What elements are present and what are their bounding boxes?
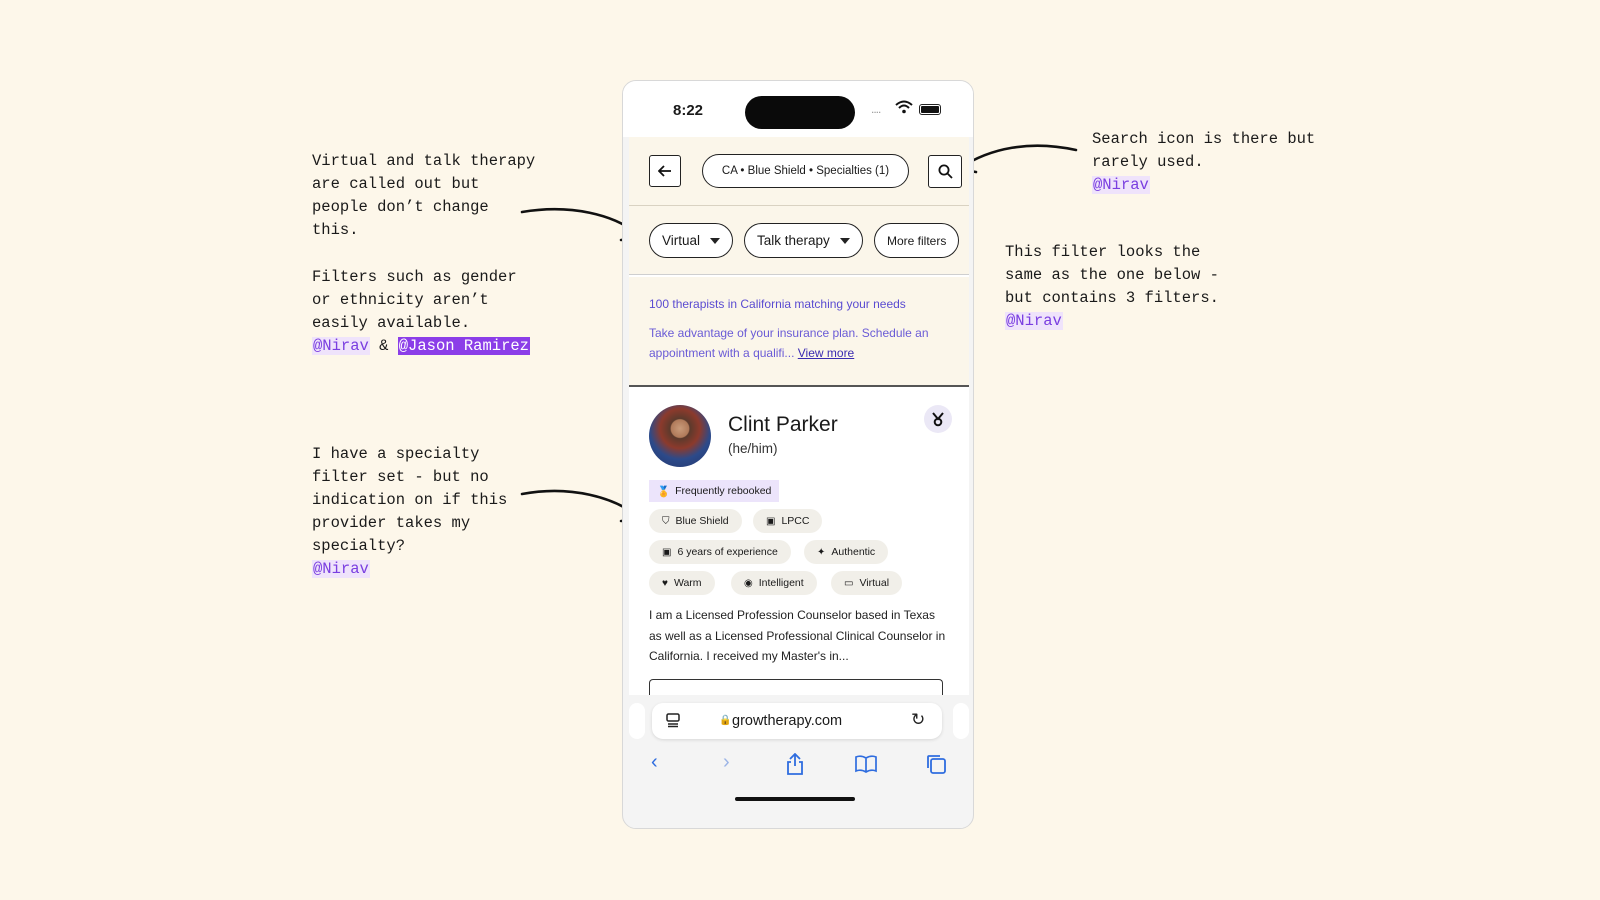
annotation-search-icon: Search icon is there but rarely used. @N… (1092, 128, 1315, 197)
annotation-filter-pill: This filter looks the same as the one be… (1005, 241, 1219, 333)
arrow-to-search-button (958, 144, 1078, 170)
signal-icon: .... (871, 102, 881, 116)
provider-name: Clint Parker (728, 413, 838, 436)
tag-trait-authentic: ✦ Authentic (804, 540, 889, 564)
arrow-left-icon (658, 165, 671, 177)
annotation-specialty: I have a specialty filter set - but no i… (312, 443, 507, 581)
dynamic-island (745, 96, 855, 129)
shield-icon: ⛉ (662, 515, 670, 527)
page-menu-icon[interactable] (665, 712, 681, 728)
annotation-text: This filter looks the same as the one be… (1005, 243, 1219, 307)
tag-label: Virtual (859, 577, 890, 589)
medal-icon: 🏅 (657, 485, 671, 498)
mention-nirav[interactable]: @Nirav (1005, 312, 1063, 330)
mention-nirav[interactable]: @Nirav (312, 560, 370, 578)
annotation-text: Search icon is there but rarely used. (1092, 130, 1316, 171)
results-summary: 100 therapists in California matching yo… (629, 277, 969, 387)
medal-icon-glyph (932, 411, 944, 426)
view-more-link[interactable]: View more (798, 346, 854, 360)
chip-label: Talk therapy (757, 233, 830, 248)
annotation-text: I have a specialty filter set - but no i… (312, 445, 508, 555)
phone-frame: 8:22 .... CA • Blue Shield • Specialties… (622, 80, 974, 829)
share-icon[interactable] (785, 753, 805, 775)
page-content: CA • Blue Shield • Specialties (1) Virtu… (629, 137, 969, 777)
chip-label: More filters (887, 233, 947, 248)
filter-chip-more-filters[interactable]: More filters (874, 223, 960, 258)
tag-trait-warm: ♥ Warm (649, 571, 715, 595)
browser-toolbar: 🔒 growtherapy.com ↻ ‹ › (629, 695, 969, 828)
tag-label: Warm (673, 577, 702, 589)
filter-chip-talk-therapy[interactable]: Talk therapy (744, 223, 863, 258)
badge-label: Frequently rebooked (675, 485, 772, 497)
search-button[interactable] (928, 155, 962, 188)
battery-icon (919, 104, 941, 115)
results-title: 100 therapists in California matching yo… (649, 297, 906, 311)
bookmarks-icon[interactable] (855, 755, 877, 773)
tag-experience: ▣ 6 years of experience (649, 540, 791, 564)
back-icon[interactable]: ‹ (651, 751, 658, 774)
hand-heart-icon: ♥ (662, 577, 668, 589)
back-button[interactable] (649, 155, 681, 187)
annotation-filters: Filters such as gender or ethnicity aren… (312, 266, 530, 358)
caret-down-icon (710, 237, 721, 244)
briefcase-icon: ▣ (766, 515, 776, 527)
status-time: 8:22 (673, 102, 704, 119)
status-bar: 8:22 .... (623, 81, 973, 137)
tag-label: 6 years of experience (677, 546, 778, 558)
tag-label: LPCC (781, 515, 810, 527)
description-text: Take advantage of your insurance plan. S… (649, 326, 929, 360)
sparkle-icon: ✦ (817, 546, 826, 558)
home-indicator (735, 797, 855, 801)
address-bar[interactable]: 🔒 growtherapy.com ↻ (652, 703, 942, 739)
tag-virtual: ▭ Virtual (831, 571, 903, 595)
header-divider (629, 205, 969, 206)
mention-nirav[interactable]: @Nirav (312, 337, 370, 355)
annotation-virtual-talk: Virtual and talk therapy are called out … (312, 150, 535, 242)
mention-nirav[interactable]: @Nirav (1092, 176, 1150, 194)
provider-pronouns: (he/him) (728, 441, 778, 456)
medal-icon[interactable] (924, 405, 952, 433)
search-icon (938, 164, 953, 179)
url-text: growtherapy.com (732, 713, 843, 729)
reload-icon[interactable]: ↻ (911, 710, 925, 730)
briefcase-icon: ▣ (662, 546, 672, 558)
forward-icon[interactable]: › (723, 751, 730, 774)
provider-bio: I am a Licensed Profession Counselor bas… (649, 608, 946, 663)
annotation-text: Virtual and talk therapy are called out … (312, 152, 536, 239)
tag-insurance: ⛉ Blue Shield (649, 509, 742, 533)
search-summary-text: CA • Blue Shield • Specialties (1) (721, 165, 890, 177)
frequently-rebooked-badge: 🏅 Frequently rebooked (649, 480, 780, 502)
lock-icon: 🔒 (719, 715, 732, 726)
ampersand: & (379, 337, 389, 355)
filter-chip-virtual[interactable]: Virtual (649, 223, 734, 258)
avatar (649, 405, 711, 467)
caret-down-icon (839, 237, 850, 244)
tag-label: Blue Shield (675, 515, 729, 527)
monitor-icon: ▭ (844, 577, 854, 589)
wifi-icon (895, 100, 913, 114)
tabs-icon[interactable] (926, 754, 946, 774)
results-description: Take advantage of your insurance plan. S… (649, 323, 954, 363)
chip-label: Virtual (662, 233, 701, 248)
browser-nav-row: ‹ › (629, 751, 969, 781)
tag-label: Intelligent (758, 577, 804, 589)
tag-trait-intelligent: ◉ Intelligent (731, 571, 817, 595)
tag-label: Authentic (831, 546, 876, 558)
prev-tab-peek[interactable] (629, 703, 645, 739)
search-summary-pill[interactable]: CA • Blue Shield • Specialties (1) (702, 154, 909, 188)
brain-icon: ◉ (744, 577, 753, 589)
annotation-text: Filters such as gender or ethnicity aren… (312, 268, 517, 332)
search-header: CA • Blue Shield • Specialties (1) Virtu… (629, 137, 969, 275)
next-tab-peek[interactable] (953, 703, 969, 739)
mention-jason-ramirez[interactable]: @Jason Ramirez (397, 337, 530, 355)
tag-license: ▣ LPCC (753, 509, 823, 533)
